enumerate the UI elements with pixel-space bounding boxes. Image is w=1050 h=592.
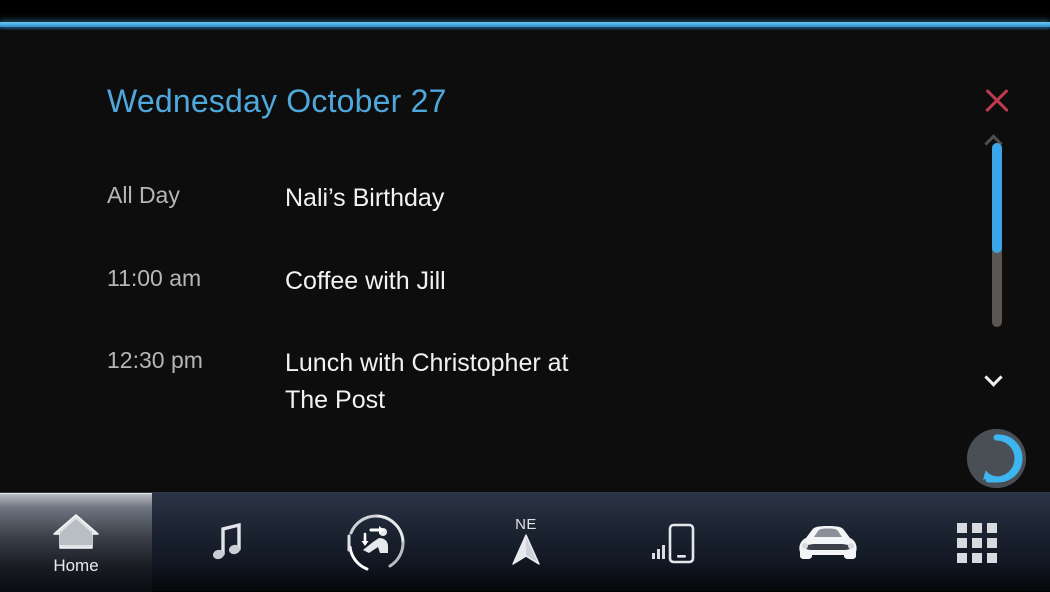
nav-item-apps[interactable] bbox=[904, 493, 1050, 592]
nav-item-label: Home bbox=[53, 556, 99, 575]
phone-signal-icon bbox=[648, 520, 706, 566]
event-title[interactable]: Lunch with Christopher at The Post bbox=[285, 345, 845, 419]
apps-grid-icon bbox=[957, 522, 997, 563]
navigation-compass-icon bbox=[507, 533, 545, 567]
event-time: All Day bbox=[107, 182, 180, 208]
bottom-navigation-bar: Home NE bbox=[0, 492, 1050, 592]
nav-item-home[interactable]: Home bbox=[0, 493, 152, 592]
scrollbar[interactable] bbox=[992, 143, 1002, 327]
nav-item-navigation[interactable]: NE bbox=[450, 493, 602, 592]
status-bar bbox=[0, 0, 1050, 22]
nav-item-media[interactable] bbox=[152, 493, 302, 592]
event-title[interactable]: Coffee with Jill bbox=[285, 263, 845, 300]
page-title: Wednesday October 27 bbox=[107, 83, 447, 119]
nav-item-phone[interactable] bbox=[602, 493, 752, 592]
scrollbar-thumb[interactable] bbox=[992, 143, 1002, 254]
event-time: 11:00 am bbox=[107, 265, 202, 291]
calendar-panel: Wednesday October 27 All Day Nali’s Birt… bbox=[0, 30, 1050, 492]
close-icon[interactable] bbox=[980, 84, 1014, 118]
home-icon bbox=[51, 510, 101, 552]
vehicle-car-icon bbox=[792, 522, 864, 564]
event-title[interactable]: Nali’s Birthday bbox=[285, 180, 845, 217]
nav-item-vehicle[interactable] bbox=[752, 493, 904, 592]
chevron-down-icon[interactable] bbox=[980, 368, 1014, 391]
music-note-icon bbox=[206, 520, 248, 566]
event-time: 12:30 pm bbox=[107, 347, 203, 373]
alexa-ring-icon[interactable] bbox=[967, 429, 1026, 488]
climate-seat-icon bbox=[345, 512, 407, 574]
nav-item-climate[interactable] bbox=[302, 493, 450, 592]
compass-heading-label: NE bbox=[515, 516, 537, 533]
